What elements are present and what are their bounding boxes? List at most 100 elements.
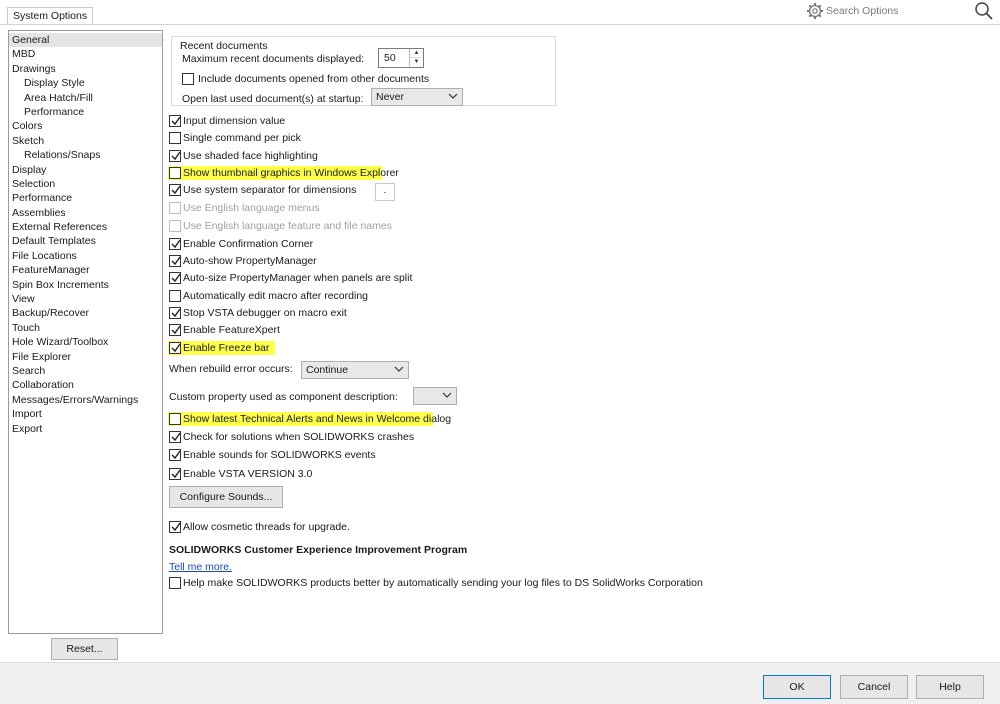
tell-me-more-link[interactable]: Tell me more.	[169, 561, 232, 573]
include-documents-label: Include documents opened from other docu…	[198, 73, 430, 85]
tree-item[interactable]: Spin Box Increments	[9, 278, 162, 292]
input-dimension-checkbox[interactable]	[169, 115, 181, 127]
auto-show-pm-checkbox[interactable]	[169, 255, 181, 267]
tree-item[interactable]: File Locations	[9, 249, 162, 263]
confirmation-corner-checkbox[interactable]	[169, 238, 181, 250]
tree-item[interactable]: Area Hatch/Fill	[9, 91, 162, 105]
single-command-checkbox[interactable]	[169, 132, 181, 144]
checkmark-icon	[171, 308, 181, 318]
max-recent-label: Maximum recent documents displayed:	[182, 53, 365, 65]
tree-item[interactable]: General	[9, 33, 162, 48]
rebuild-error-dropdown[interactable]: Continue	[301, 361, 409, 379]
checkmark-icon	[171, 256, 181, 266]
tree-item[interactable]: File Explorer	[9, 350, 162, 364]
tree-item[interactable]: Touch	[9, 321, 162, 335]
tree-item[interactable]: Export	[9, 422, 162, 436]
featurexpert-checkbox[interactable]	[169, 324, 181, 336]
vsta-version-checkbox[interactable]	[169, 468, 181, 480]
english-menus-checkbox[interactable]	[169, 202, 181, 214]
tree-item[interactable]: Display	[9, 163, 162, 177]
checkmark-icon	[171, 450, 181, 460]
spin-up-icon[interactable]: ▲	[410, 49, 423, 58]
reset-button[interactable]: Reset...	[51, 638, 118, 660]
auto-edit-macro-checkbox[interactable]	[169, 290, 181, 302]
configure-sounds-button[interactable]: Configure Sounds...	[169, 486, 283, 508]
tree-item[interactable]: Colors	[9, 119, 162, 133]
search-icon[interactable]	[974, 1, 994, 21]
ok-button[interactable]: OK	[763, 675, 831, 699]
help-improve-label: Help make SOLIDWORKS products better by …	[183, 577, 703, 589]
freeze-bar-checkbox[interactable]	[169, 342, 181, 354]
help-improve-checkbox[interactable]	[169, 577, 181, 589]
spin-down-icon[interactable]: ▼	[410, 58, 423, 67]
title-divider	[0, 24, 1000, 25]
featurexpert-label: Enable FeatureXpert	[183, 324, 280, 336]
tree-item[interactable]: FeatureManager	[9, 263, 162, 277]
english-features-label: Use English language feature and file na…	[183, 220, 392, 232]
shaded-face-checkbox[interactable]	[169, 150, 181, 162]
shaded-face-label: Use shaded face highlighting	[183, 150, 318, 162]
max-recent-value[interactable]: 50	[384, 52, 396, 64]
search-input[interactable]: Search Options	[826, 5, 898, 17]
options-tree[interactable]: General MBD Drawings Display Style Area Hatc…	[8, 30, 163, 634]
tree-item[interactable]: Performance	[9, 105, 162, 119]
input-dimension-label: Input dimension value	[183, 115, 286, 127]
rebuild-error-value: Continue	[306, 364, 349, 376]
auto-edit-macro-label: Automatically edit macro after recording	[183, 290, 368, 302]
tree-item[interactable]: Display Style	[9, 76, 162, 90]
tree-item[interactable]: Relations/Snaps	[9, 148, 162, 162]
tree-item[interactable]: Search	[9, 364, 162, 378]
max-recent-stepper[interactable]: 50 ▲ ▼	[378, 48, 424, 68]
custom-property-dropdown[interactable]	[413, 387, 457, 405]
single-command-label: Single command per pick	[183, 132, 301, 144]
thumbnail-label: Show thumbnail graphics in Windows Explo…	[183, 167, 399, 179]
tech-alerts-label: Show latest Technical Alerts and News in…	[183, 413, 452, 425]
auto-show-pm-label: Auto-show PropertyManager	[183, 255, 317, 267]
open-last-value: Never	[376, 91, 405, 103]
tree-item[interactable]: Default Templates	[9, 234, 162, 248]
system-separator-checkbox[interactable]	[169, 184, 181, 196]
checkmark-icon	[171, 522, 181, 532]
stop-vsta-checkbox[interactable]	[169, 307, 181, 319]
english-menus-label: Use English language menus	[183, 202, 320, 214]
tree-item[interactable]: Import	[9, 407, 162, 421]
tree-item[interactable]: View	[9, 292, 162, 306]
tree-item[interactable]: Backup/Recover	[9, 306, 162, 320]
tech-alerts-checkbox[interactable]	[169, 413, 181, 425]
tree-item[interactable]: MBD	[9, 47, 162, 61]
auto-size-pm-checkbox[interactable]	[169, 272, 181, 284]
checkmark-icon	[171, 325, 181, 335]
window-title-tab: System Options	[7, 7, 94, 25]
tree-item[interactable]: Messages/Errors/Warnings	[9, 393, 162, 407]
general-options-panel: Recent documents Maximum recent document…	[165, 28, 995, 663]
tree-item[interactable]: Collaboration	[9, 378, 162, 392]
open-last-label: Open last used document(s) at startup:	[182, 93, 364, 105]
include-documents-checkbox[interactable]	[182, 73, 194, 85]
checkmark-icon	[171, 239, 181, 249]
checkmark-icon	[171, 116, 181, 126]
english-features-checkbox[interactable]	[169, 220, 181, 232]
enable-sounds-checkbox[interactable]	[169, 449, 181, 461]
open-last-dropdown[interactable]: Never	[371, 88, 463, 106]
tree-item[interactable]: Selection	[9, 177, 162, 191]
cancel-button[interactable]: Cancel	[840, 675, 908, 699]
tree-item[interactable]: Performance	[9, 191, 162, 205]
tree-item[interactable]: Drawings	[9, 62, 162, 76]
thumbnail-checkbox[interactable]	[169, 167, 181, 179]
chevron-down-icon	[442, 392, 452, 398]
recent-documents-title: Recent documents	[180, 40, 268, 52]
search-options[interactable]: Search Options	[806, 1, 996, 21]
help-button[interactable]: Help	[916, 675, 984, 699]
cosmetic-threads-checkbox[interactable]	[169, 521, 181, 533]
checkmark-icon	[171, 343, 181, 353]
separator-field[interactable]: .	[375, 183, 395, 201]
tree-item[interactable]: Sketch	[9, 134, 162, 148]
check-solutions-checkbox[interactable]	[169, 431, 181, 443]
tree-item[interactable]: Assemblies	[9, 206, 162, 220]
tree-item[interactable]: External References	[9, 220, 162, 234]
tree-item[interactable]: Hole Wizard/Toolbox	[9, 335, 162, 349]
checkmark-icon	[171, 185, 181, 195]
custom-property-label: Custom property used as component descri…	[169, 391, 398, 403]
freeze-bar-label: Enable Freeze bar	[183, 342, 270, 354]
recent-documents-group: Recent documents Maximum recent document…	[171, 36, 556, 106]
